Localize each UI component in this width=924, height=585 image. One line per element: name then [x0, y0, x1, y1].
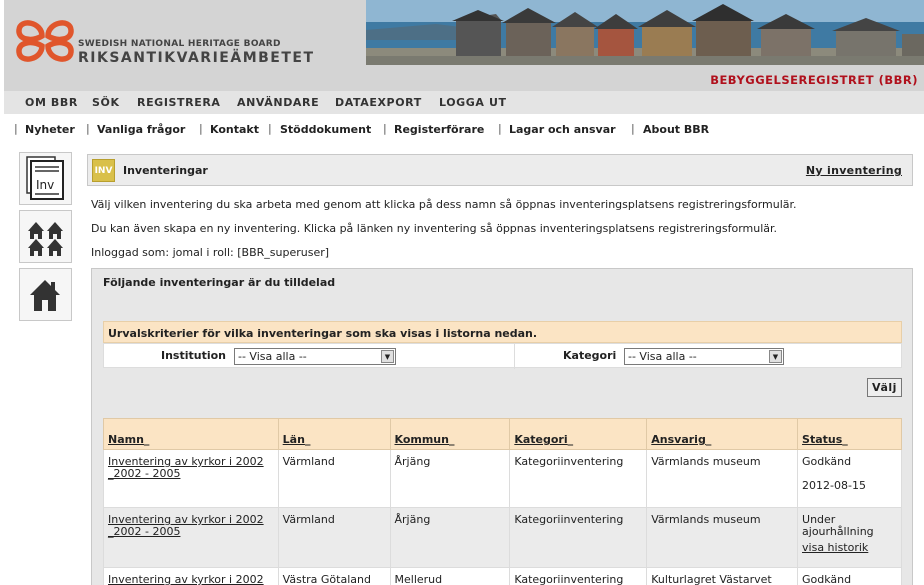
table-row: Inventering av kyrkor i 2002 Västra Göta… — [103, 567, 902, 585]
filter-criteria-title: Urvalskriterier för vilka inventeringar … — [103, 321, 902, 343]
dropdown-arrow-icon: ▼ — [769, 350, 782, 363]
site-header: SWEDISH NATIONAL HERITAGE BOARD RIKSANTI… — [4, 0, 924, 91]
column-header-kategori[interactable]: Kategori_ — [509, 418, 648, 450]
institution-label: Institution — [161, 349, 227, 362]
status-text: Godkänd — [802, 455, 852, 468]
filter-criteria-row: Institution -- Visa alla -- ▼ Kategori -… — [103, 343, 902, 369]
cell-ansvarig: Kulturlagret Västarvet — [646, 567, 799, 585]
institution-select[interactable]: -- Visa alla -- ▼ — [234, 348, 396, 365]
column-header-ansvarig[interactable]: Ansvarig_ — [646, 418, 799, 450]
table-row: Inventering av kyrkor i 2002 _2002 - 200… — [103, 507, 902, 568]
cell-status: Under ajourhållning visa historik — [797, 507, 902, 568]
kategori-select[interactable]: -- Visa alla -- ▼ — [624, 348, 784, 365]
sidebar-buildings-button[interactable] — [19, 210, 72, 263]
inventory-table: Namn_ Län_ Kommun_ Kategori_ Ansvarig_ S… — [103, 418, 902, 585]
cell-kategori: Kategoriinventering — [509, 567, 648, 585]
status-date: 2012-08-15 — [802, 479, 866, 492]
nav-separator: | — [631, 122, 635, 135]
status-text: Under ajourhållning — [802, 513, 874, 538]
kategori-select-value: -- Visa alla -- — [628, 350, 697, 363]
main-navigation: OM BBR SÖK REGISTRERA ANVÄNDARE DATAEXPO… — [4, 91, 924, 114]
kategori-label: Kategori — [563, 349, 617, 362]
nav-separator: | — [268, 122, 272, 135]
nav-separator: | — [199, 122, 203, 135]
cell-lan: Västra Götaland — [277, 567, 391, 585]
cell-kommun: Årjäng — [389, 507, 511, 568]
cell-kategori: Kategoriinventering — [509, 507, 648, 568]
instruction-text-select: Välj vilken inventering du ska arbeta me… — [91, 198, 797, 211]
subnav-vanliga-fragor[interactable]: Vanliga frågor — [97, 123, 185, 136]
sidebar-inventory-button[interactable]: Inv — [19, 152, 72, 205]
cell-lan: Värmland — [277, 507, 391, 568]
nav-separator: | — [14, 122, 18, 135]
table-row: Inventering av kyrkor i 2002 _2002 - 200… — [103, 449, 902, 508]
column-header-lan[interactable]: Län_ — [277, 418, 391, 450]
cell-kommun: Mellerud — [389, 567, 511, 585]
subnav-lagar-och-ansvar[interactable]: Lagar och ansvar — [509, 123, 616, 136]
instruction-text-new: Du kan även skapa en ny inventering. Kli… — [91, 222, 778, 235]
inventory-name-link[interactable]: Inventering av kyrkor i 2002 _2002 - 200… — [108, 513, 264, 538]
logged-in-status: Inloggad som: jomal i roll: [BBR_superus… — [91, 246, 330, 259]
dropdown-arrow-icon: ▼ — [381, 350, 394, 363]
logo-line-english: SWEDISH NATIONAL HERITAGE BOARD — [78, 39, 281, 49]
nav-om-bbr[interactable]: OM BBR — [25, 96, 78, 109]
divider — [514, 344, 515, 369]
sidebar-home-button[interactable] — [19, 268, 72, 321]
nav-separator: | — [383, 122, 387, 135]
column-header-status[interactable]: Status_ — [797, 418, 902, 450]
view-history-link[interactable]: visa historik — [802, 542, 897, 554]
column-header-kommun[interactable]: Kommun_ — [389, 418, 511, 450]
subnav-about-bbr[interactable]: About BBR — [643, 123, 709, 136]
nav-dataexport[interactable]: DATAEXPORT — [335, 96, 422, 109]
table-header-row: Namn_ Län_ Kommun_ Kategori_ Ansvarig_ S… — [103, 418, 902, 450]
heritage-board-logo[interactable] — [14, 12, 76, 70]
nav-sok[interactable]: SÖK — [92, 96, 120, 109]
inventory-name-link[interactable]: Inventering av kyrkor i 2002 — [108, 573, 264, 585]
inventory-name-link[interactable]: Inventering av kyrkor i 2002 _2002 - 200… — [108, 455, 264, 480]
boathouses-banner-image — [366, 0, 924, 65]
institution-select-value: -- Visa alla -- — [238, 350, 307, 363]
nav-registrera[interactable]: REGISTRERA — [137, 96, 221, 109]
cell-kommun: Årjäng — [389, 449, 511, 508]
column-header-namn[interactable]: Namn_ — [103, 418, 279, 450]
nav-logga-ut[interactable]: LOGGA UT — [439, 96, 507, 109]
inventory-document-icon: Inv — [26, 156, 64, 200]
subnav-nyheter[interactable]: Nyheter — [25, 123, 75, 136]
inventory-header: INV Inventeringar Ny inventering — [87, 154, 913, 186]
multiple-houses-icon — [28, 222, 63, 256]
sidebar-inv-label: Inv — [36, 178, 54, 192]
status-text: Godkänd — [802, 573, 852, 585]
cell-lan: Värmland — [277, 449, 391, 508]
nav-anvandare[interactable]: ANVÄNDARE — [237, 96, 319, 109]
assigned-inventories-panel: Följande inventeringar är du tilldelad U… — [91, 268, 913, 585]
cell-ansvarig: Värmlands museum — [646, 507, 799, 568]
nav-separator: | — [86, 122, 90, 135]
house-icon — [30, 280, 60, 311]
cell-status: Godkänd 2012-08-15 — [797, 449, 902, 508]
logo-line-swedish: RIKSANTIKVARIEÄMBETET — [78, 50, 315, 66]
secondary-navigation: | Nyheter | Vanliga frågor | Kontakt | S… — [0, 121, 924, 139]
subnav-kontakt[interactable]: Kontakt — [210, 123, 259, 136]
new-inventory-link[interactable]: Ny inventering — [806, 164, 902, 177]
cell-ansvarig: Värmlands museum — [646, 449, 799, 508]
logo-text: SWEDISH NATIONAL HERITAGE BOARD RIKSANTI… — [78, 39, 315, 66]
site-name: BEBYGGELSEREGISTRET (BBR) — [710, 73, 918, 87]
cell-kategori: Kategoriinventering — [509, 449, 648, 508]
nav-separator: | — [498, 122, 502, 135]
subnav-registerforare[interactable]: Registerförare — [394, 123, 484, 136]
inventory-icon: INV — [92, 159, 115, 182]
page-title: Inventeringar — [123, 164, 208, 177]
panel-title: Följande inventeringar är du tilldelad — [103, 276, 336, 289]
subnav-stoddokument[interactable]: Stöddokument — [280, 123, 371, 136]
cell-status: Godkänd — [797, 567, 902, 585]
valj-button[interactable]: Välj — [867, 378, 902, 397]
